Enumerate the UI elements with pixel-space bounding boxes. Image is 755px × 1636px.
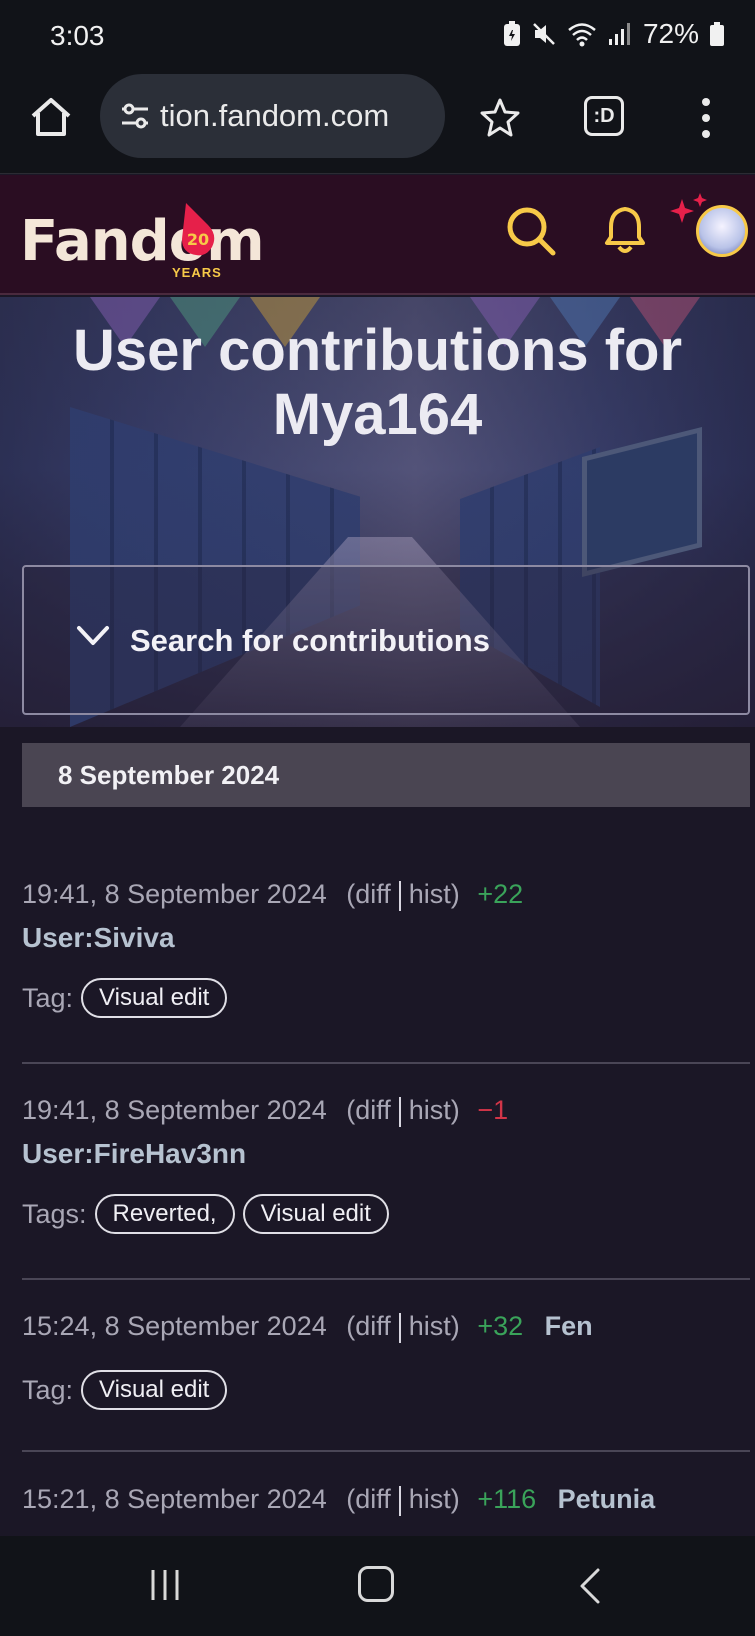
fandom-header: Fandom 20 YEARS (0, 175, 755, 295)
hist-link[interactable]: hist) (409, 1484, 460, 1514)
browser-toolbar: tion.fandom.com :D (0, 72, 755, 174)
entry-timestamp[interactable]: 19:41, 8 September 2024 (22, 1095, 327, 1125)
tag-chip[interactable]: Visual edit (81, 978, 228, 1018)
address-bar[interactable]: tion.fandom.com (100, 74, 445, 158)
site-settings-icon[interactable] (118, 99, 152, 133)
search-contributions-label[interactable]: Search for contributions (130, 623, 490, 659)
chevron-down-icon[interactable] (76, 623, 110, 649)
bookmark-star-icon[interactable] (478, 96, 522, 140)
battery-percent: 72% (642, 18, 699, 49)
size-delta: +32 (477, 1311, 524, 1341)
divider (22, 1278, 750, 1280)
diff-link[interactable]: (diff (346, 879, 391, 909)
tag-chip[interactable]: Visual edit (242, 1194, 389, 1234)
signal-icon (608, 23, 630, 45)
divider (22, 1062, 750, 1064)
wifi-icon (568, 23, 596, 47)
diff-link[interactable]: (diff (346, 1484, 391, 1514)
separator (398, 1485, 401, 1516)
size-delta: +22 (477, 879, 524, 909)
diff-link[interactable]: (diff (346, 1095, 391, 1125)
search-icon[interactable] (505, 205, 557, 257)
size-delta: −1 (477, 1095, 509, 1125)
page-title: User contributions for Mya164 (72, 318, 683, 447)
tag-chip[interactable]: Reverted, (94, 1194, 235, 1234)
user-avatar[interactable] (696, 205, 748, 257)
contribution-entry: 19:41, 8 September 2024 (diff hist) −1 Us… (22, 1092, 750, 1234)
mute-icon (533, 23, 555, 45)
logo-flame-icon: 20 (182, 203, 215, 256)
fandom-logo[interactable]: Fandom 20 YEARS (20, 193, 280, 283)
logo-years: YEARS (172, 265, 222, 280)
search-contributions-panel[interactable]: Search for contributions (22, 565, 750, 715)
date-heading: 8 September 2024 (22, 743, 750, 807)
tag-label: Tag: (22, 982, 74, 1013)
tag-chip[interactable]: Visual edit (81, 1370, 228, 1410)
page-link[interactable]: User:FireHav3nn (22, 1136, 750, 1172)
size-delta: +116 (477, 1484, 537, 1514)
entry-meta: 19:41, 8 September 2024 (diff hist) +22 (22, 876, 750, 912)
logo-badge: 20 (187, 230, 209, 249)
battery-icon (710, 22, 724, 46)
contribution-entry: 15:24, 8 September 2024 (diff hist) +32 F… (22, 1308, 750, 1410)
status-icons: 72% (503, 18, 725, 50)
battery-saver-icon (503, 21, 520, 46)
hist-link[interactable]: hist) (409, 1311, 460, 1341)
status-bar: 3:03 72% (0, 0, 755, 72)
system-nav-bar (0, 1536, 755, 1636)
home-icon[interactable] (28, 94, 74, 140)
tag-label: Tag: (22, 1374, 74, 1405)
hist-link[interactable]: hist) (409, 879, 460, 909)
page-link[interactable]: Fen (545, 1311, 593, 1341)
page-link[interactable]: User:Siviva (22, 920, 750, 956)
contribution-entry: 19:41, 8 September 2024 (diff hist) +22 U… (22, 876, 750, 1018)
status-time: 3:03 (50, 20, 105, 51)
tag-row: Tags: Reverted, Visual edit (22, 1194, 750, 1234)
entry-timestamp[interactable]: 15:21, 8 September 2024 (22, 1484, 327, 1514)
entry-meta: 19:41, 8 September 2024 (diff hist) −1 (22, 1092, 750, 1128)
home-nav-icon[interactable] (358, 1566, 394, 1602)
hero-decoration (582, 427, 702, 577)
contribution-entry: 15:21, 8 September 2024 (diff hist) +116 … (22, 1481, 750, 1517)
notifications-bell-icon[interactable] (603, 203, 647, 257)
separator (398, 880, 401, 911)
entry-meta: 15:21, 8 September 2024 (diff hist) +116 … (22, 1481, 750, 1517)
more-menu-icon[interactable] (696, 96, 716, 140)
diff-link[interactable]: (diff (346, 1311, 391, 1341)
tag-label: Tags: (22, 1198, 87, 1229)
entry-timestamp[interactable]: 15:24, 8 September 2024 (22, 1311, 327, 1341)
page-hero: User contributions for Mya164 Search for… (0, 297, 755, 727)
tag-row: Tag: Visual edit (22, 978, 750, 1018)
tag-row: Tag: Visual edit (22, 1370, 750, 1410)
divider (22, 1450, 750, 1452)
entry-timestamp[interactable]: 19:41, 8 September 2024 (22, 879, 327, 909)
url-text[interactable]: tion.fandom.com (160, 98, 389, 134)
logo-text: Fandom (20, 209, 265, 274)
date-heading-text: 8 September 2024 (58, 760, 280, 790)
back-icon[interactable] (578, 1566, 602, 1606)
page-link[interactable]: Petunia (558, 1484, 656, 1514)
recent-apps-icon[interactable] (148, 1566, 182, 1604)
separator (398, 1096, 401, 1127)
tab-switcher-button[interactable]: :D (584, 96, 624, 136)
separator (398, 1312, 401, 1343)
hist-link[interactable]: hist) (409, 1095, 460, 1125)
entry-meta: 15:24, 8 September 2024 (diff hist) +32 F… (22, 1308, 750, 1344)
